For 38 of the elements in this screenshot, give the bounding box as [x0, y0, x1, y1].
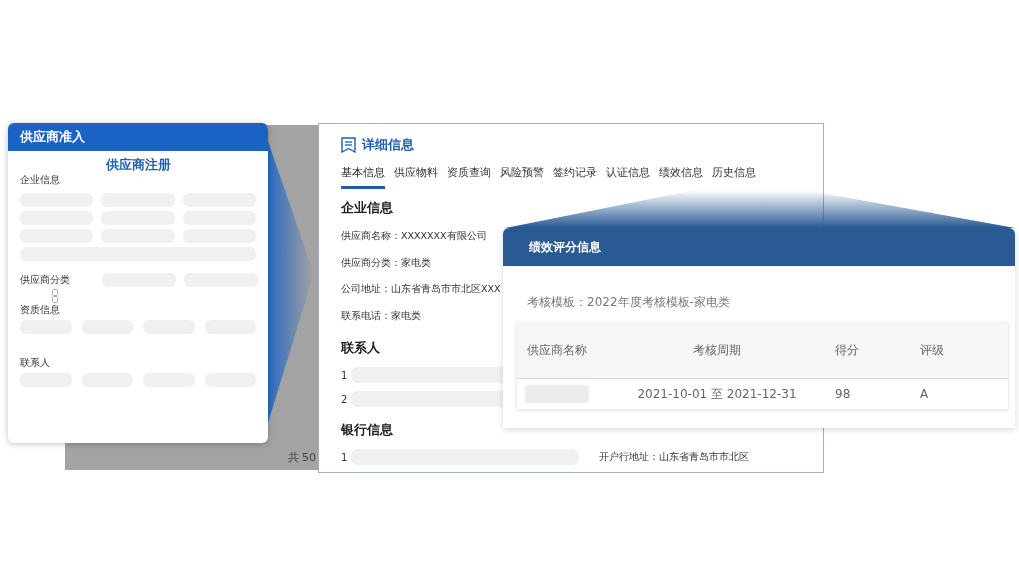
row-number: 1	[341, 369, 348, 381]
tab[interactable]: 供应物料	[394, 165, 438, 189]
toggle-icon	[52, 289, 58, 303]
form-title: 供应商注册	[104, 157, 172, 173]
panel-title: 详细信息	[362, 136, 414, 154]
table-cell-text: A	[919, 387, 930, 401]
field-text: 供应商分类：家电类	[341, 255, 431, 270]
card-header: 绩效评分信息	[503, 228, 1015, 266]
column-header: 得分	[834, 341, 860, 359]
column-header: 评级	[919, 341, 945, 359]
section-label: 企业信息	[20, 173, 61, 187]
tab[interactable]: 绩效信息	[659, 165, 703, 189]
tab[interactable]: 签约记录	[553, 165, 597, 189]
tab[interactable]: 基本信息	[341, 165, 385, 189]
table-cell-text: 2021-10-01 至 2021-12-31	[636, 385, 797, 403]
section-label: 供应商分类	[20, 273, 71, 287]
row-number: 1	[341, 451, 348, 463]
card-header: 供应商准入	[8, 123, 268, 151]
pagination-text: 共 50	[287, 450, 316, 465]
template-text: 考核模板：2022年度考核模板-家电类	[527, 294, 731, 310]
tab[interactable]: 历史信息	[712, 165, 756, 189]
tab[interactable]: 风险预警	[500, 165, 544, 189]
field-text: 供应商名称：XXXXXXX有限公司	[341, 229, 487, 243]
column-header: 考核周期	[692, 341, 742, 359]
column-header: 供应商名称	[526, 341, 588, 359]
tab[interactable]: 认证信息	[606, 165, 650, 189]
section-heading: 企业信息	[341, 199, 393, 217]
tab[interactable]: 资质查询	[447, 165, 491, 189]
field-text: 开户行地址：山东省青岛市市北区	[599, 450, 750, 464]
document-icon	[341, 137, 356, 153]
row-number: 2	[341, 393, 348, 405]
section-heading: 联系人	[341, 339, 380, 357]
section-label: 资质信息	[20, 303, 61, 317]
section-label: 联系人	[20, 356, 51, 370]
field-text: 联系电话：家电类	[341, 308, 421, 323]
section-heading: 银行信息	[341, 421, 393, 439]
field-text: 公司地址：山东省青岛市市北区XXX	[341, 282, 501, 296]
table-cell-text: 98	[834, 387, 852, 401]
